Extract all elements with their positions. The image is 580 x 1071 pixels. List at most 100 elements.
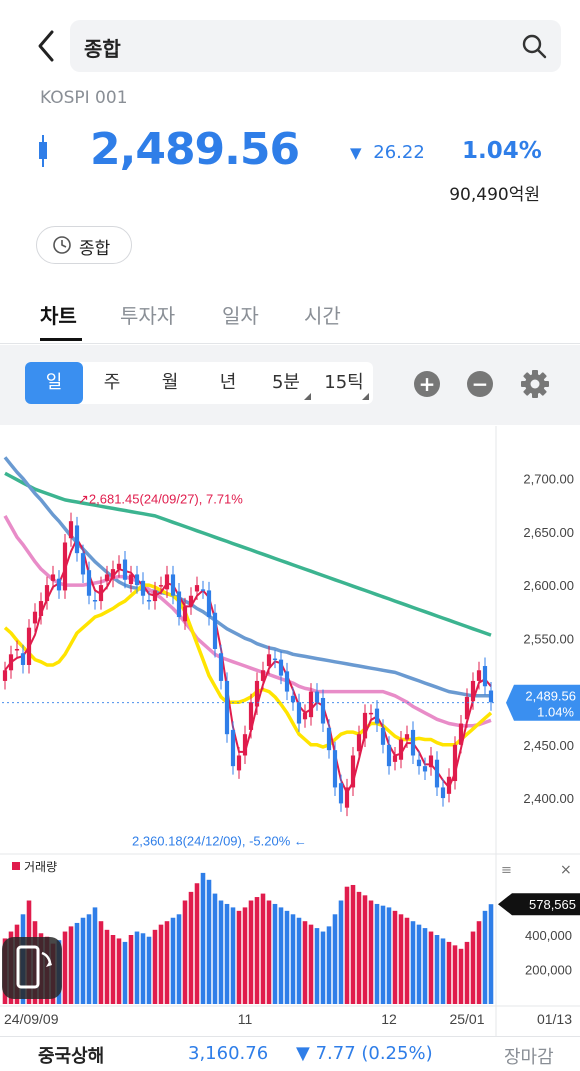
candle-body: [170, 574, 176, 596]
search-icon[interactable]: [521, 33, 547, 59]
volume-bar: [326, 926, 332, 1004]
bottom-index-value: 3,160.76: [188, 1043, 269, 1064]
tab-time[interactable]: 시간: [304, 300, 341, 329]
ticker-code: KOSPI 001: [40, 88, 128, 108]
volume-bar: [338, 900, 344, 1004]
rotate-icon: [16, 945, 52, 989]
session-button[interactable]: 종합: [36, 226, 132, 264]
volume-bar: [248, 900, 254, 1004]
candle-body: [32, 611, 38, 624]
candle-body: [38, 601, 44, 616]
price-chart[interactable]: 가격3206012040240≡82봉 거래량≡×400,000200,0005…: [0, 426, 580, 1036]
volume-bar: [344, 886, 350, 1004]
candle-body: [416, 759, 422, 767]
candle-body: [488, 690, 494, 703]
candle-body: [344, 787, 350, 808]
candle-body: [356, 734, 362, 752]
candle-body: [122, 559, 128, 580]
zoom-in-icon[interactable]: +: [414, 371, 440, 397]
tab-daily[interactable]: 일자: [222, 300, 259, 329]
period-week-label: 주: [103, 372, 121, 393]
dropdown-corner-icon: [362, 393, 369, 400]
tab-chart[interactable]: 차트: [40, 300, 77, 329]
gear-icon[interactable]: [520, 369, 550, 399]
search-query[interactable]: 종합: [84, 33, 121, 62]
candle-body: [242, 734, 248, 756]
tab-underline: [40, 338, 82, 341]
session-label: 종합: [79, 239, 111, 259]
candle-body: [164, 574, 170, 590]
volume-tick-label: 200,000: [525, 963, 572, 978]
clock-icon: [53, 236, 71, 254]
period-week[interactable]: 주: [83, 362, 141, 404]
candle-body: [116, 563, 122, 570]
volume-bar: [230, 907, 236, 1004]
zoom-out-icon[interactable]: −: [467, 371, 493, 397]
volume-bar: [476, 921, 482, 1004]
price-change-pct: 1.04%: [462, 138, 542, 164]
candle-body: [224, 680, 230, 735]
volume-bar: [440, 938, 446, 1004]
candle-body: [92, 600, 98, 602]
volume-bar: [176, 914, 182, 1004]
volume-bar: [362, 895, 368, 1004]
candle-body: [434, 759, 440, 788]
volume-bar: [482, 910, 488, 1004]
volume-bar: [206, 879, 212, 1004]
x-tick-label: 24/09/09: [4, 1011, 59, 1027]
volume-bar: [92, 907, 98, 1004]
volume-bar: [356, 891, 362, 1004]
volume-legend-label: 거래량: [24, 860, 57, 874]
chart-area[interactable]: 가격3206012040240≡82봉 거래량≡×400,000200,0005…: [0, 426, 580, 1036]
tab-investor[interactable]: 투자자: [120, 300, 175, 329]
period-month[interactable]: 월: [141, 362, 199, 404]
volume-bar: [110, 935, 116, 1004]
candle-body: [62, 542, 68, 591]
candle-body: [374, 708, 380, 724]
bottom-index-change: ▼ 7.77 (0.25%): [296, 1043, 433, 1064]
search-bar[interactable]: 종합: [70, 20, 561, 72]
volume-bar: [428, 931, 434, 1004]
candle-body: [428, 755, 434, 768]
candle-body: [98, 585, 104, 602]
period-selector: 일 주 월 년 5분 15틱: [25, 362, 373, 404]
candle-body: [74, 525, 80, 554]
chart-toolbar: 일 주 월 년 5분 15틱 + −: [0, 345, 580, 425]
y-tick-label: 2,450.00: [523, 738, 574, 753]
volume-bar: [218, 900, 224, 1004]
candle-body: [404, 734, 410, 740]
volume-bar: [452, 945, 458, 1004]
down-triangle-icon: ▼: [350, 144, 362, 162]
volume-bar: [164, 921, 170, 1004]
volume-bar: [302, 921, 308, 1004]
period-5min[interactable]: 5분: [257, 362, 315, 404]
volume-bar: [314, 928, 320, 1004]
candle-body: [230, 729, 236, 767]
period-year[interactable]: 년: [199, 362, 257, 404]
volume-bar: [140, 933, 146, 1004]
candle-body: [326, 727, 332, 751]
volume-bar: [368, 900, 374, 1004]
candle-body: [284, 671, 290, 692]
volume-bar: [194, 883, 200, 1004]
trade-amount: 90,490억원: [449, 185, 540, 205]
x-tick-label: 12: [381, 1011, 397, 1027]
candle-body: [482, 666, 488, 687]
volume-bar: [458, 948, 464, 1004]
bottom-ticker-bar[interactable]: 중국상해 3,160.76 ▼ 7.77 (0.25%) 장마감: [0, 1036, 580, 1071]
rotate-screen-button[interactable]: [2, 937, 62, 999]
candle-body: [260, 670, 266, 681]
back-arrow-icon[interactable]: [32, 28, 62, 64]
period-day-label: 일: [45, 372, 63, 393]
period-day[interactable]: 일: [25, 362, 83, 404]
tab-bar: 차트 투자자 일자 시간: [0, 290, 580, 344]
candle-body: [302, 712, 308, 720]
period-15tick[interactable]: 15틱: [315, 362, 373, 404]
candle-body: [68, 521, 74, 539]
volume-bar: [272, 903, 278, 1004]
candle-body: [320, 697, 326, 724]
close-icon: ×: [560, 862, 572, 878]
candle-body: [296, 702, 302, 724]
candle-body: [140, 580, 146, 596]
candle-body: [212, 612, 218, 649]
